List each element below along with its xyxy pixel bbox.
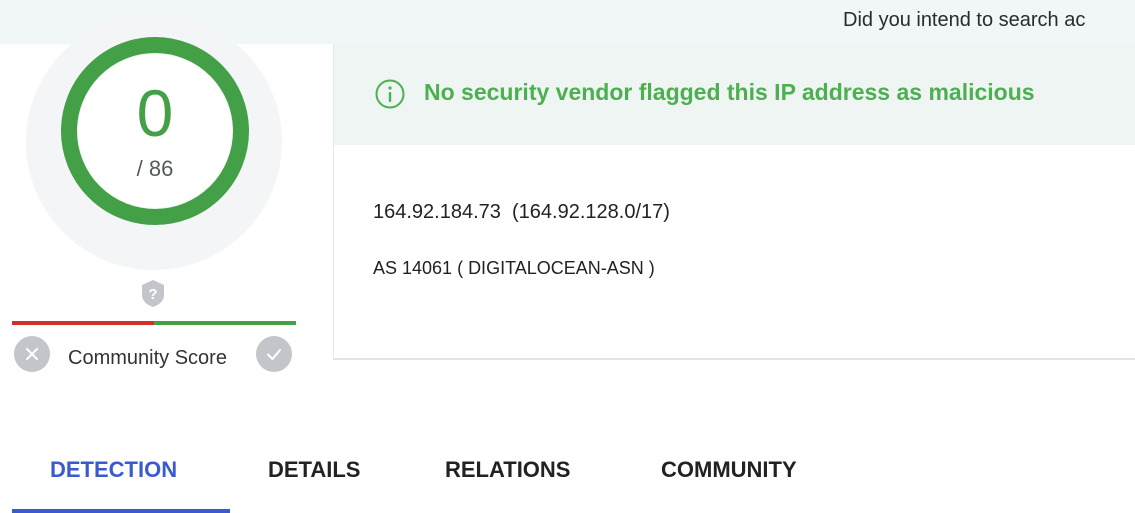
vote-harmless-button[interactable] xyxy=(256,336,292,372)
detection-score-value: 0 xyxy=(136,76,174,150)
svg-text:?: ? xyxy=(148,286,157,303)
check-icon xyxy=(267,349,281,360)
search-suggestion-text[interactable]: Did you intend to search ac xyxy=(843,9,1085,32)
vote-malicious-button[interactable] xyxy=(14,336,50,372)
ip-address-range: 164.92.184.73 (164.92.128.0/17) xyxy=(373,201,670,223)
community-score-bar-harmless xyxy=(154,321,296,325)
verdict-text: No security vendor flagged this IP addre… xyxy=(424,79,1035,105)
question-icon[interactable]: ? xyxy=(138,278,168,308)
verdict-banner: No security vendor flagged this IP addre… xyxy=(334,44,1135,145)
community-score-bar-malicious xyxy=(12,321,154,325)
autonomous-system-link[interactable]: AS 14061 ( DIGITALOCEAN-ASN ) xyxy=(373,258,655,279)
active-tab-indicator xyxy=(12,509,230,513)
tab-relations[interactable]: RELATIONS xyxy=(445,457,570,483)
community-score-label: Community Score xyxy=(68,347,227,369)
detection-score-total: / 86 xyxy=(136,156,174,181)
tab-detection[interactable]: DETECTION xyxy=(50,457,177,483)
close-icon xyxy=(26,348,38,360)
tab-community[interactable]: COMMUNITY xyxy=(661,457,797,483)
info-icon xyxy=(375,79,405,109)
ip-info-card: No security vendor flagged this IP addre… xyxy=(333,44,1135,360)
ip-report-page: Did you intend to search ac 0 / 86 ? Com… xyxy=(0,0,1135,513)
tab-details[interactable]: DETAILS xyxy=(268,457,360,483)
